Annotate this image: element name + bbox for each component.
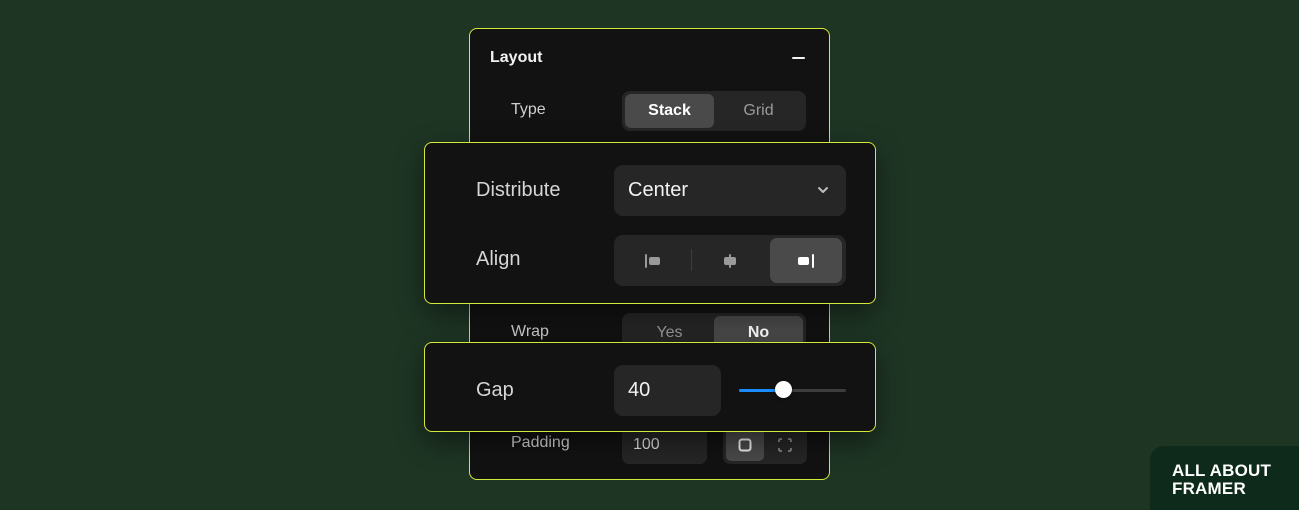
distribute-align-popover: Distribute Center Align: [424, 142, 876, 304]
type-option-grid[interactable]: Grid: [714, 94, 803, 128]
distribute-label: Distribute: [476, 179, 561, 201]
chevron-down-icon: [816, 183, 830, 202]
align-start-icon[interactable]: [617, 238, 689, 283]
type-option-stack[interactable]: Stack: [625, 94, 714, 128]
gap-input[interactable]: 40: [614, 365, 721, 416]
type-segmented-control: Stack Grid: [622, 91, 806, 131]
gap-label: Gap: [476, 379, 514, 401]
gap-value: 40: [628, 379, 651, 401]
brand-line-2: FRAMER: [1172, 479, 1246, 498]
type-label: Type: [511, 101, 546, 118]
panel-title: Layout: [490, 49, 543, 66]
align-end-icon[interactable]: [770, 238, 842, 283]
align-label: Align: [476, 248, 521, 270]
distribute-value: Center: [628, 179, 689, 201]
align-center-icon[interactable]: [694, 238, 766, 283]
collapse-icon[interactable]: [792, 57, 805, 59]
padding-uniform-icon[interactable]: [726, 429, 764, 461]
gap-slider-thumb[interactable]: [775, 381, 793, 398]
align-divider: [691, 249, 692, 271]
distribute-dropdown[interactable]: Center: [614, 165, 846, 216]
wrap-label: Wrap: [511, 323, 549, 340]
brand-badge: ALL ABOUT FRAMER: [1150, 446, 1299, 510]
padding-label: Padding: [511, 434, 570, 451]
padding-value: 100: [633, 436, 660, 453]
gap-popover: Gap 40: [424, 342, 876, 432]
padding-individual-icon[interactable]: [766, 429, 804, 461]
brand-line-1: ALL ABOUT: [1172, 461, 1272, 480]
align-segmented-control: [614, 235, 846, 286]
